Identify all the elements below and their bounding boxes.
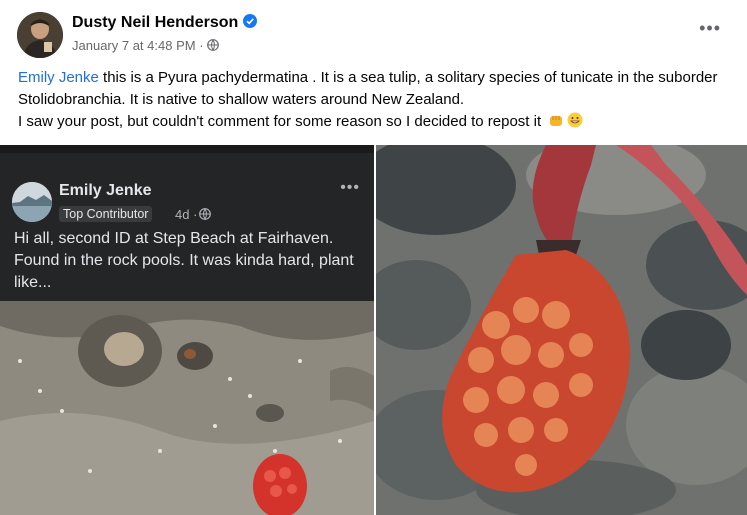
top-contributor-badge: Top Contributor <box>59 206 153 222</box>
post-body: Emily Jenke this is a Pyura pachydermati… <box>18 67 733 133</box>
screenshot-top-edge <box>0 145 374 153</box>
globe-icon <box>206 39 219 51</box>
post-meta: January 7 at 4:48 PM · <box>72 38 219 53</box>
author-name[interactable]: Dusty Neil Henderson <box>72 14 258 32</box>
shared-post-text: Hi all, second ID at Step Beach at Fairh… <box>14 230 354 291</box>
shared-post-more-icon: ••• <box>340 179 360 196</box>
sea-tulip-photo <box>376 145 747 515</box>
shared-author-avatar <box>12 182 52 222</box>
post-body-line2: I saw your post, but couldn't comment fo… <box>18 113 542 130</box>
shared-post-card: Emily Jenke Top Contributor 4d · ••• Hi … <box>0 145 374 301</box>
photo-sea-tulip[interactable] <box>376 145 747 515</box>
shared-author-name: Emily Jenke <box>59 182 152 199</box>
fist-emoji-icon <box>550 116 563 126</box>
shared-post-time: 4d · <box>175 207 212 222</box>
post-body-line1: this is a Pyura pachydermatina . It is a… <box>18 69 718 108</box>
photo-screenshot[interactable]: Emily Jenke Top Contributor 4d · ••• Hi … <box>0 145 374 515</box>
mention-link[interactable]: Emily Jenke <box>18 69 99 86</box>
verified-badge-icon <box>243 14 258 28</box>
author-avatar[interactable] <box>17 12 63 58</box>
rock-pool-photo <box>0 301 374 515</box>
globe-icon <box>199 208 212 220</box>
grin-emoji-icon <box>567 112 583 128</box>
author-name-text[interactable]: Dusty Neil Henderson <box>72 14 238 31</box>
post-more-button[interactable]: ••• <box>699 19 721 37</box>
post-timestamp[interactable]: January 7 at 4:48 PM <box>72 38 196 53</box>
shared-post-time-text: 4d · <box>175 207 198 222</box>
red-sea-tulip <box>253 454 307 515</box>
post-header: Dusty Neil Henderson January 7 at 4:48 P… <box>0 0 747 62</box>
meta-separator: · <box>199 38 204 53</box>
